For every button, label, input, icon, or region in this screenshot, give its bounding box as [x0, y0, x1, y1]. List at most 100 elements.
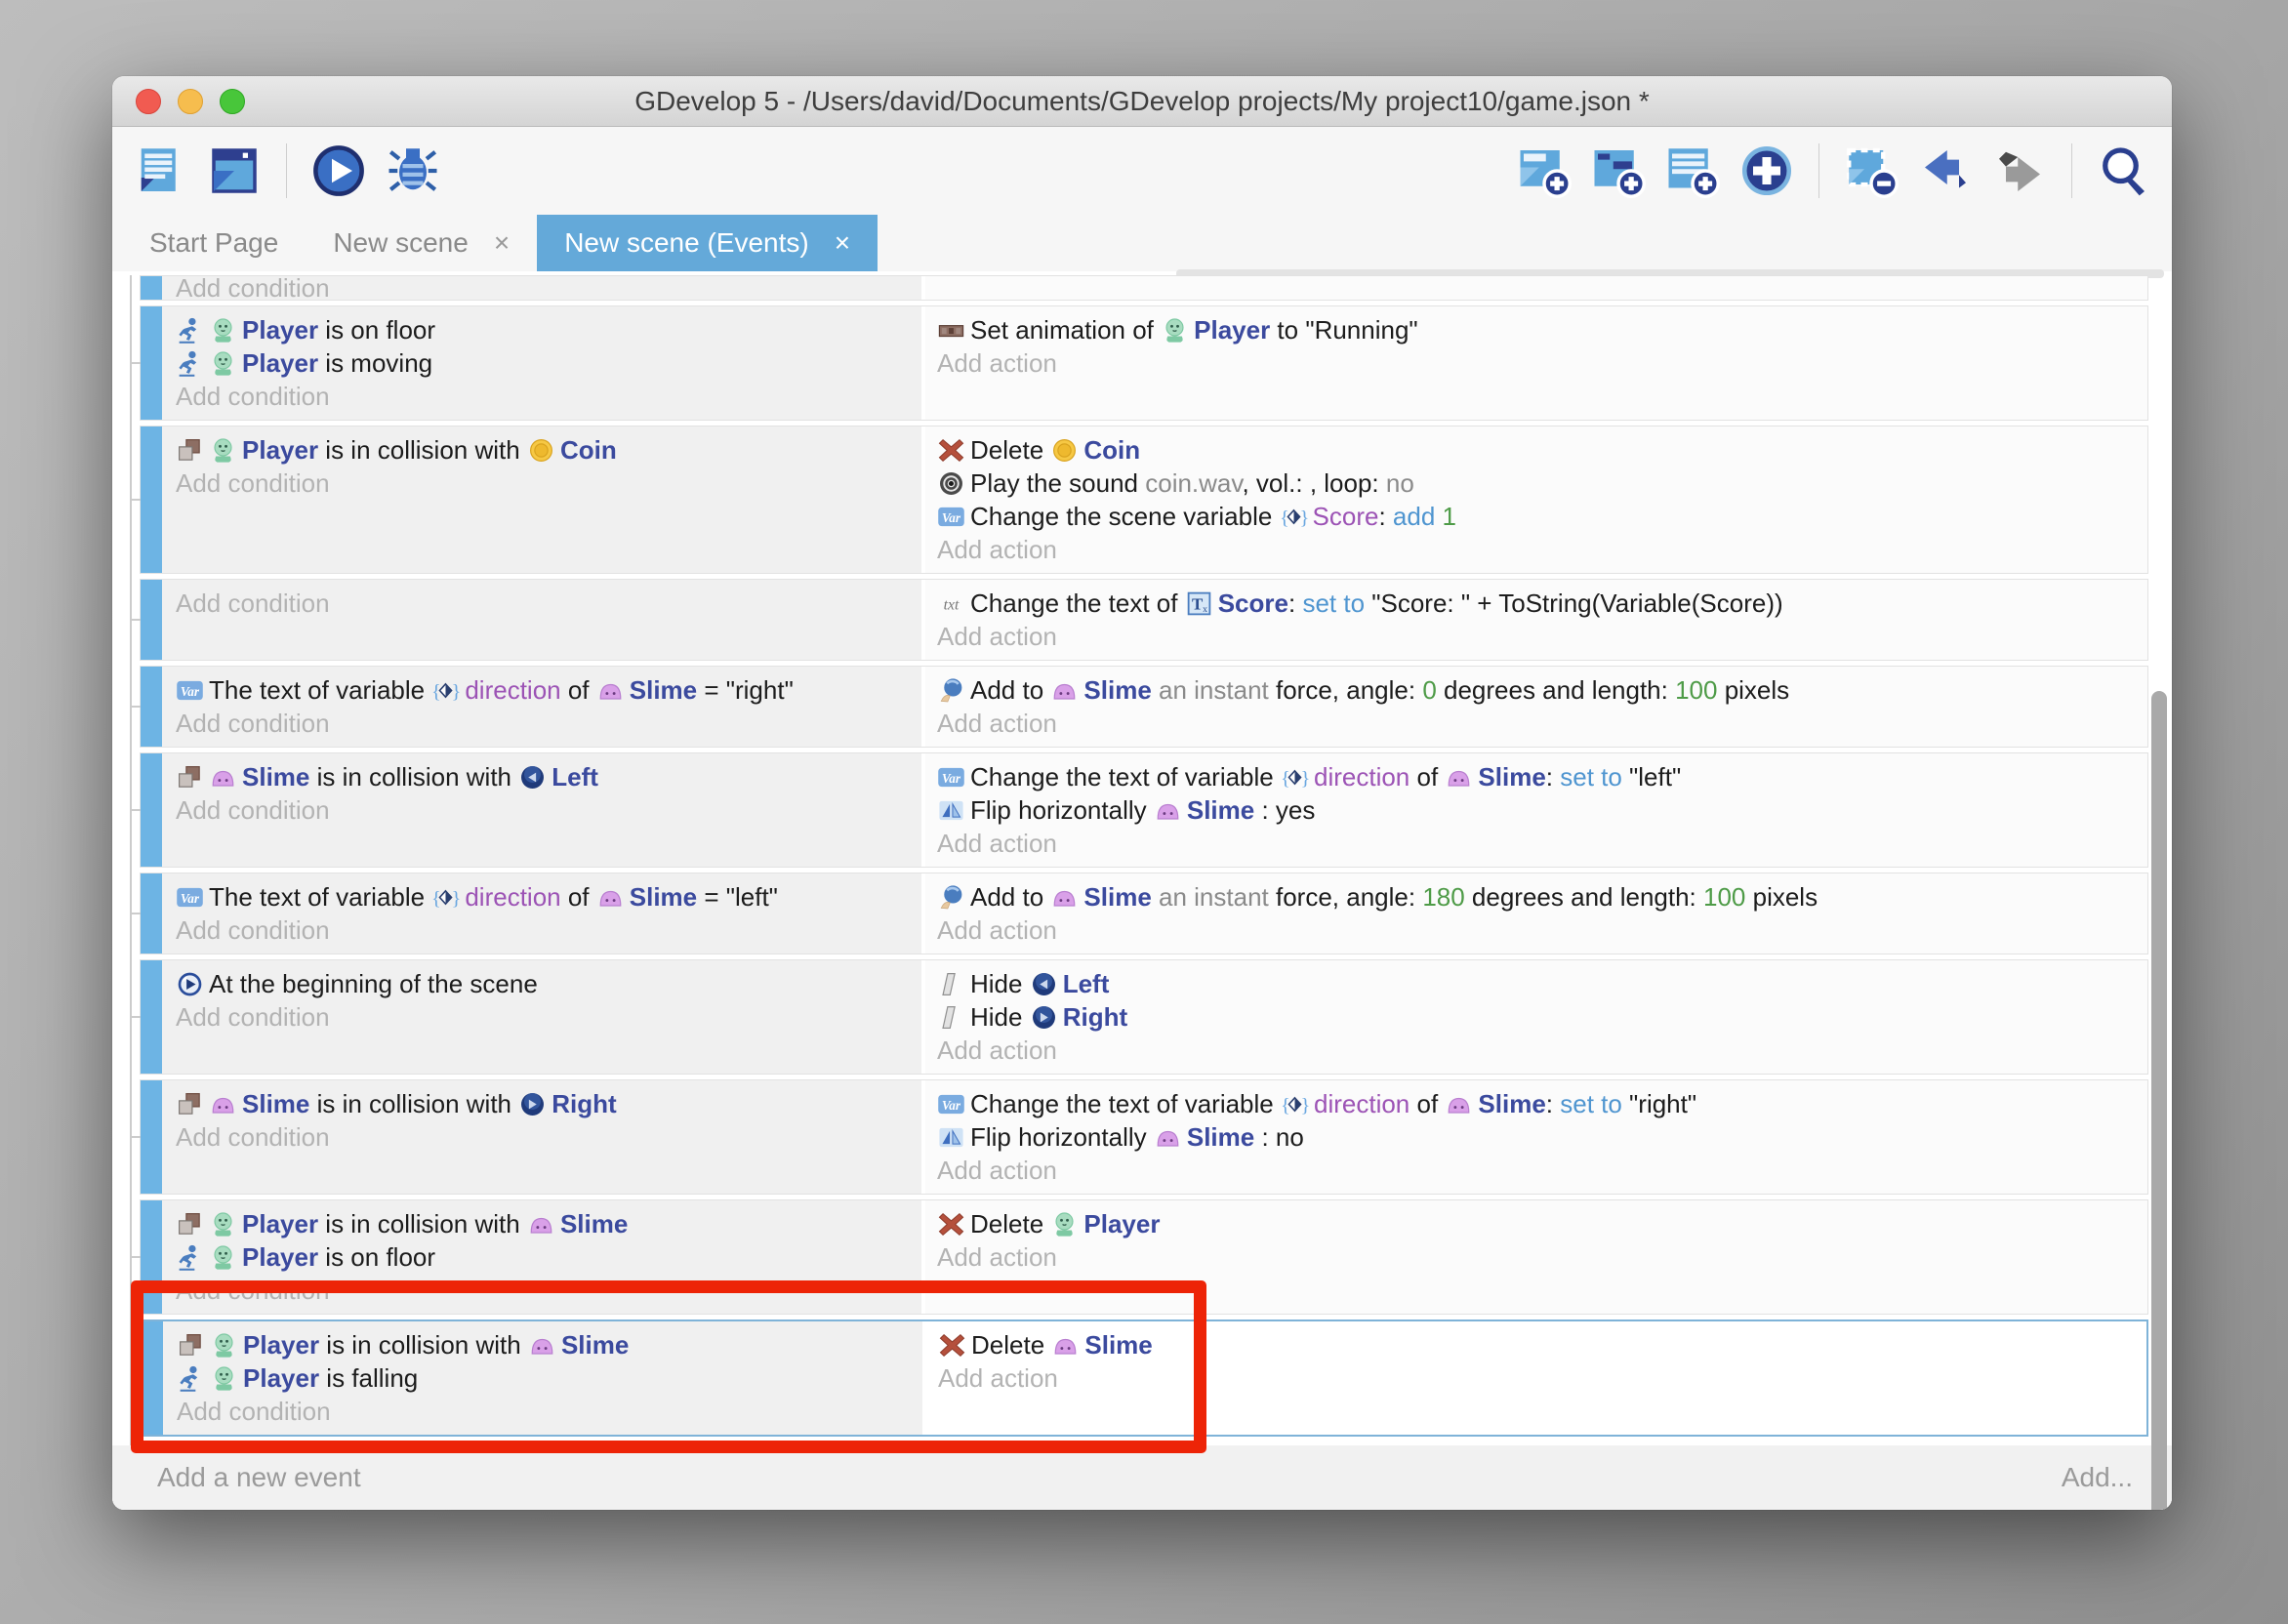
- event-drag-handle[interactable]: [141, 960, 162, 1074]
- add-new-event-button[interactable]: Add a new event: [157, 1462, 361, 1493]
- event-row[interactable]: VarThe text of variable {}direction of S…: [140, 666, 2148, 748]
- add-action-button[interactable]: Add action: [925, 707, 2147, 740]
- svg-text:{: {: [1280, 508, 1289, 529]
- zoom-window-button[interactable]: [220, 89, 245, 114]
- event-drag-handle[interactable]: [141, 306, 162, 420]
- collision-icon: [176, 1090, 204, 1120]
- action[interactable]: Flip horizontally Slime : no: [925, 1120, 2147, 1154]
- add-action-button[interactable]: Add action: [925, 1034, 2147, 1067]
- add-action-button[interactable]: Add action: [925, 1154, 2147, 1187]
- scene-editor-icon[interactable]: [204, 141, 265, 201]
- action[interactable]: Add to Slime an instant force, angle: 18…: [925, 880, 2147, 914]
- action[interactable]: txtChange the text of TxScore: set to "S…: [925, 587, 2147, 620]
- conditions-column: Add condition: [162, 276, 921, 300]
- add-action-button[interactable]: Add action: [925, 620, 2147, 653]
- add-event-icon[interactable]: [1514, 141, 1574, 201]
- event-row[interactable]: VarThe text of variable {}direction of S…: [140, 873, 2148, 954]
- condition[interactable]: Player is in collision with Coin: [162, 433, 921, 467]
- event-drag-handle[interactable]: [141, 1200, 162, 1314]
- delete-selection-icon[interactable]: [1841, 141, 1901, 201]
- action[interactable]: VarChange the text of variable {}directi…: [925, 1087, 2147, 1120]
- redo-icon[interactable]: [1989, 141, 2050, 201]
- action[interactable]: VarChange the scene variable {}Score: ad…: [925, 500, 2147, 533]
- add-condition-button[interactable]: Add condition: [162, 467, 921, 500]
- action[interactable]: Flip horizontally Slime : yes: [925, 793, 2147, 827]
- add-condition-button[interactable]: Add condition: [162, 380, 921, 413]
- add-condition-button[interactable]: Add condition: [162, 914, 921, 947]
- condition[interactable]: At the beginning of the scene: [162, 967, 921, 1000]
- tab-new-scene-events-[interactable]: New scene (Events)×: [537, 215, 878, 271]
- event-drag-handle[interactable]: [141, 426, 162, 573]
- action[interactable]: Delete Player: [925, 1207, 2147, 1240]
- condition[interactable]: Slime is in collision with Left: [162, 760, 921, 793]
- coin-icon: [1050, 436, 1079, 467]
- condition[interactable]: Player is falling: [163, 1361, 922, 1395]
- action[interactable]: Delete Slime: [926, 1328, 2146, 1361]
- condition[interactable]: Player is in collision with Slime: [163, 1328, 922, 1361]
- condition[interactable]: Player is on floor: [162, 313, 921, 346]
- play-icon[interactable]: [308, 141, 369, 201]
- add-condition-button[interactable]: Add condition: [163, 1395, 922, 1428]
- event-drag-handle[interactable]: [141, 667, 162, 747]
- condition[interactable]: Player is on floor: [162, 1240, 921, 1274]
- event-drag-handle[interactable]: [141, 1080, 162, 1194]
- add-action-button[interactable]: Add action: [925, 914, 2147, 947]
- action[interactable]: Hide Left: [925, 967, 2147, 1000]
- close-window-button[interactable]: [136, 89, 161, 114]
- add-new-icon[interactable]: [1736, 141, 1797, 201]
- event-drag-handle[interactable]: [141, 580, 162, 660]
- tab-start-page[interactable]: Start Page: [122, 215, 306, 271]
- events-sheet: Add conditionPlayer is on floorPlayer is…: [112, 271, 2172, 1510]
- event-drag-handle[interactable]: [141, 276, 162, 300]
- add-condition-button[interactable]: Add condition: [162, 275, 921, 301]
- add-action-button[interactable]: Add action: [925, 1240, 2147, 1274]
- player-icon: [209, 349, 237, 380]
- condition[interactable]: VarThe text of variable {}direction of S…: [162, 673, 921, 707]
- add-action-button[interactable]: Add action: [926, 1361, 2146, 1395]
- debug-icon[interactable]: [383, 141, 443, 201]
- add-subevent-icon[interactable]: [1588, 141, 1649, 201]
- event-row[interactable]: Add conditiontxtChange the text of TxSco…: [140, 579, 2148, 661]
- close-tab-icon[interactable]: ×: [494, 227, 510, 259]
- action[interactable]: VarChange the text of variable {}directi…: [925, 760, 2147, 793]
- add-comment-icon[interactable]: [1662, 141, 1723, 201]
- tab-new-scene[interactable]: New scene×: [306, 215, 537, 271]
- event-drag-handle[interactable]: [141, 753, 162, 867]
- event-row[interactable]: Slime is in collision with LeftAdd condi…: [140, 752, 2148, 868]
- condition[interactable]: Player is moving: [162, 346, 921, 380]
- add-action-button[interactable]: Add action: [925, 346, 2147, 380]
- event-row[interactable]: Player is in collision with CoinAdd cond…: [140, 426, 2148, 574]
- action[interactable]: Set animation of Player to "Running": [925, 313, 2147, 346]
- event-row[interactable]: Player is on floorPlayer is movingAdd co…: [140, 305, 2148, 421]
- add-condition-button[interactable]: Add condition: [162, 707, 921, 740]
- vertical-scrollbar-thumb[interactable]: [2151, 691, 2167, 1510]
- add-condition-button[interactable]: Add condition: [162, 1120, 921, 1154]
- event-drag-handle[interactable]: [142, 1321, 163, 1435]
- add-condition-button[interactable]: Add condition: [162, 1000, 921, 1034]
- action[interactable]: Add to Slime an instant force, angle: 0 …: [925, 673, 2147, 707]
- action[interactable]: Play the sound coin.wav, vol.: , loop: n…: [925, 467, 2147, 500]
- event-row[interactable]: At the beginning of the sceneAdd conditi…: [140, 959, 2148, 1075]
- action[interactable]: Delete Coin: [925, 433, 2147, 467]
- force-icon: [937, 883, 965, 914]
- add-condition-button[interactable]: Add condition: [162, 1274, 921, 1307]
- undo-icon[interactable]: [1915, 141, 1976, 201]
- add-action-button[interactable]: Add action: [925, 533, 2147, 566]
- event-row[interactable]: Player is in collision with SlimePlayer …: [140, 1320, 2148, 1437]
- search-icon[interactable]: [2094, 141, 2154, 201]
- minimize-window-button[interactable]: [178, 89, 203, 114]
- add-condition-button[interactable]: Add condition: [162, 587, 921, 620]
- add-button[interactable]: Add...: [2062, 1462, 2133, 1493]
- action[interactable]: Hide Right: [925, 1000, 2147, 1034]
- condition[interactable]: Player is in collision with Slime: [162, 1207, 921, 1240]
- add-condition-button[interactable]: Add condition: [162, 793, 921, 827]
- add-action-button[interactable]: Add action: [925, 827, 2147, 860]
- condition[interactable]: VarThe text of variable {}direction of S…: [162, 880, 921, 914]
- event-row[interactable]: Add condition: [140, 275, 2148, 301]
- event-row[interactable]: Slime is in collision with RightAdd cond…: [140, 1079, 2148, 1195]
- project-manager-icon[interactable]: [130, 141, 190, 201]
- event-row[interactable]: Player is in collision with SlimePlayer …: [140, 1199, 2148, 1315]
- close-tab-icon[interactable]: ×: [835, 227, 850, 259]
- event-drag-handle[interactable]: [141, 873, 162, 954]
- condition[interactable]: Slime is in collision with Right: [162, 1087, 921, 1120]
